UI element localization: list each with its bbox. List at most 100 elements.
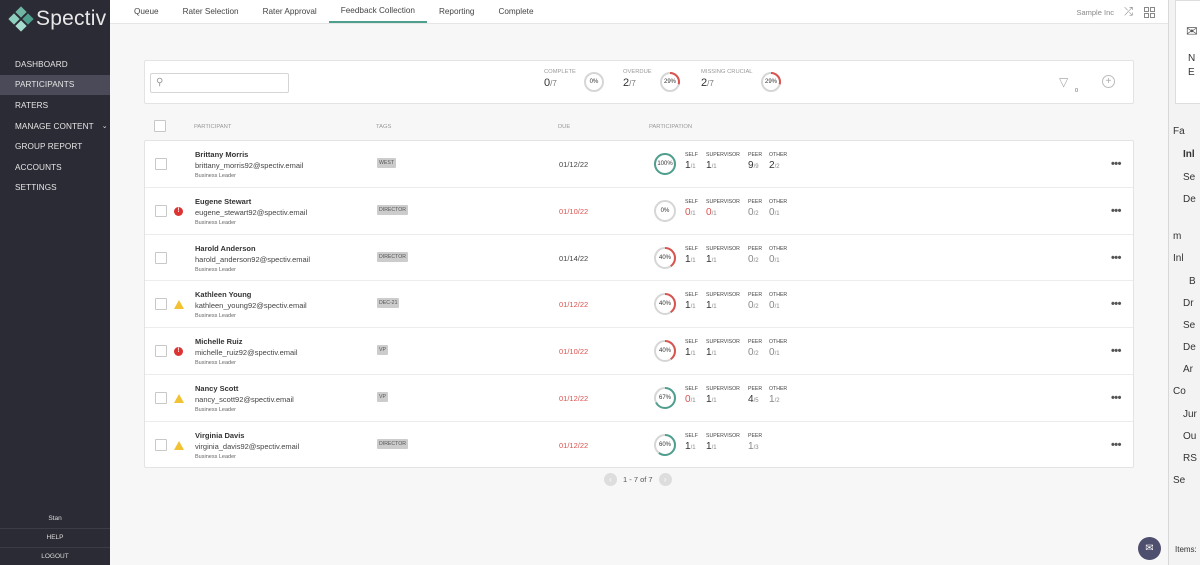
participant-name[interactable]: Nancy Scott [195, 384, 238, 393]
user-name[interactable]: Stan [0, 510, 110, 529]
table-row[interactable]: Brittany Morrisbrittany_morris92@spectiv… [145, 141, 1133, 188]
sidebar-item-settings[interactable]: SETTINGS [0, 178, 110, 199]
adjacent-list-item[interactable]: De [1183, 194, 1196, 205]
header-tags[interactable]: TAGS [376, 124, 391, 130]
add-participant-button[interactable]: + [1102, 75, 1115, 88]
participant-tag[interactable]: WEST [377, 158, 396, 168]
sidebar-item-label: PARTICIPANTS [15, 80, 74, 89]
sidebar-item-group-report[interactable]: GROUP REPORT [0, 136, 110, 157]
group-total: /2 [775, 164, 780, 170]
table-row[interactable]: !Eugene Stewarteugene_stewart92@spectiv.… [145, 188, 1133, 235]
sidebar-item-label: DASHBOARD [15, 60, 68, 69]
adjacent-list-item[interactable]: Se [1183, 320, 1195, 331]
adjacent-list-item[interactable]: Jur [1183, 409, 1197, 420]
search-input[interactable]: ⚲ [150, 73, 289, 93]
help-link[interactable]: HELP [0, 528, 110, 547]
participation-peer: PEER0/2 [748, 339, 762, 358]
participant-name[interactable]: Brittany Morris [195, 150, 248, 159]
row-checkbox[interactable] [155, 205, 167, 217]
header-participant[interactable]: PARTICIPANT [194, 124, 231, 130]
adjacent-list-item[interactable]: Items: [1175, 545, 1197, 554]
participant-tag[interactable]: DEC-21 [377, 298, 399, 308]
row-more-menu[interactable]: ••• [1111, 205, 1121, 217]
grid-icon[interactable] [1143, 6, 1156, 19]
group-count: 1/1 [685, 441, 698, 452]
adjacent-list-item[interactable]: Ou [1183, 431, 1196, 442]
group-total: /1 [691, 258, 696, 264]
adjacent-list-item[interactable]: Inl [1173, 253, 1184, 264]
row-more-menu[interactable]: ••• [1111, 298, 1121, 310]
row-checkbox[interactable] [155, 298, 167, 310]
table-row[interactable]: !Michelle Ruizmichelle_ruiz92@spectiv.em… [145, 328, 1133, 375]
group-count: 0/2 [748, 300, 762, 311]
participant-tag[interactable]: DIRECTOR [377, 252, 408, 262]
participant-tag[interactable]: DIRECTOR [377, 205, 408, 215]
row-checkbox[interactable] [155, 439, 167, 451]
participant-name[interactable]: Eugene Stewart [195, 197, 251, 206]
participation-other: OTHER2/2 [769, 152, 787, 171]
table-row[interactable]: Virginia Davisvirginia_davis92@spectiv.e… [145, 422, 1133, 469]
group-label: OTHER [769, 386, 787, 392]
filter-icon[interactable]: ▽ [1059, 75, 1068, 89]
row-checkbox[interactable] [155, 252, 167, 264]
adjacent-list-item[interactable]: Fa [1173, 126, 1185, 137]
row-checkbox[interactable] [155, 158, 167, 170]
tab-queue[interactable]: Queue [122, 0, 171, 23]
participant-role: Business Leader [195, 360, 236, 366]
row-more-menu[interactable]: ••• [1111, 158, 1121, 170]
adjacent-list-item[interactable]: m [1173, 231, 1181, 242]
org-name[interactable]: Sample Inc [1076, 8, 1114, 17]
group-total: /1 [691, 304, 696, 310]
participant-tag[interactable]: DIRECTOR [377, 439, 408, 449]
table-row[interactable]: Nancy Scottnancy_scott92@spectiv.emailBu… [145, 375, 1133, 422]
row-more-menu[interactable]: ••• [1111, 392, 1121, 404]
row-more-menu[interactable]: ••• [1111, 439, 1121, 451]
adjacent-list-item[interactable]: Ar [1183, 364, 1193, 375]
sidebar-item-accounts[interactable]: ACCOUNTS [0, 157, 110, 178]
participant-name[interactable]: Harold Anderson [195, 244, 256, 253]
adjacent-list-item[interactable]: Inl [1183, 149, 1195, 160]
adjacent-list-item[interactable]: Se [1173, 475, 1185, 486]
sidebar-item-raters[interactable]: RATERS [0, 95, 110, 116]
brand-logo[interactable]: Spectiv [0, 0, 110, 38]
adjacent-list-item[interactable]: RS [1183, 453, 1197, 464]
error-icon: ! [174, 347, 183, 356]
adjacent-list-item[interactable]: Co [1173, 386, 1186, 397]
table-row[interactable]: Kathleen Youngkathleen_young92@spectiv.e… [145, 281, 1133, 328]
next-page-button[interactable]: › [659, 473, 672, 486]
participant-name[interactable]: Virginia Davis [195, 431, 244, 440]
adjacent-list-item[interactable]: De [1183, 342, 1196, 353]
participant-tag[interactable]: VP [377, 392, 388, 402]
shuffle-icon[interactable]: ⤮ [1122, 6, 1135, 19]
group-label: SELF [685, 246, 698, 252]
row-more-menu[interactable]: ••• [1111, 345, 1121, 357]
logout-link[interactable]: LOGOUT [0, 547, 110, 565]
row-checkbox[interactable] [155, 345, 167, 357]
participant-name[interactable]: Michelle Ruiz [195, 337, 243, 346]
participant-name[interactable]: Kathleen Young [195, 290, 251, 299]
row-more-menu[interactable]: ••• [1111, 252, 1121, 264]
prev-page-button[interactable]: ‹ [604, 473, 617, 486]
sidebar-item-participants[interactable]: PARTICIPANTS [0, 75, 110, 96]
tab-rater-selection[interactable]: Rater Selection [171, 0, 251, 23]
adjacent-list-item[interactable]: Se [1183, 172, 1195, 183]
tab-rater-approval[interactable]: Rater Approval [251, 0, 329, 23]
header-due[interactable]: DUE [558, 124, 570, 130]
sidebar-item-label: ACCOUNTS [15, 163, 62, 172]
participant-tag[interactable]: VP [377, 345, 388, 355]
header-participation[interactable]: PARTICIPATION [649, 124, 692, 130]
chat-button[interactable]: ✉ [1138, 537, 1161, 560]
participation-peer: PEER0/2 [748, 246, 762, 265]
group-label: SELF [685, 152, 698, 158]
adjacent-list-item[interactable]: B [1189, 276, 1196, 287]
sidebar-item-dashboard[interactable]: DASHBOARD [0, 54, 110, 75]
select-all-checkbox[interactable] [154, 120, 166, 132]
row-checkbox[interactable] [155, 392, 167, 404]
tab-complete[interactable]: Complete [486, 0, 545, 23]
adjacent-list-item[interactable]: Dr [1183, 298, 1194, 309]
ring-percent: 0% [583, 71, 605, 93]
table-row[interactable]: Harold Andersonharold_anderson92@spectiv… [145, 235, 1133, 282]
tab-feedback-collection[interactable]: Feedback Collection [329, 0, 427, 23]
tab-reporting[interactable]: Reporting [427, 0, 487, 23]
sidebar-item-manage-content[interactable]: MANAGE CONTENT⌄ [0, 116, 110, 137]
